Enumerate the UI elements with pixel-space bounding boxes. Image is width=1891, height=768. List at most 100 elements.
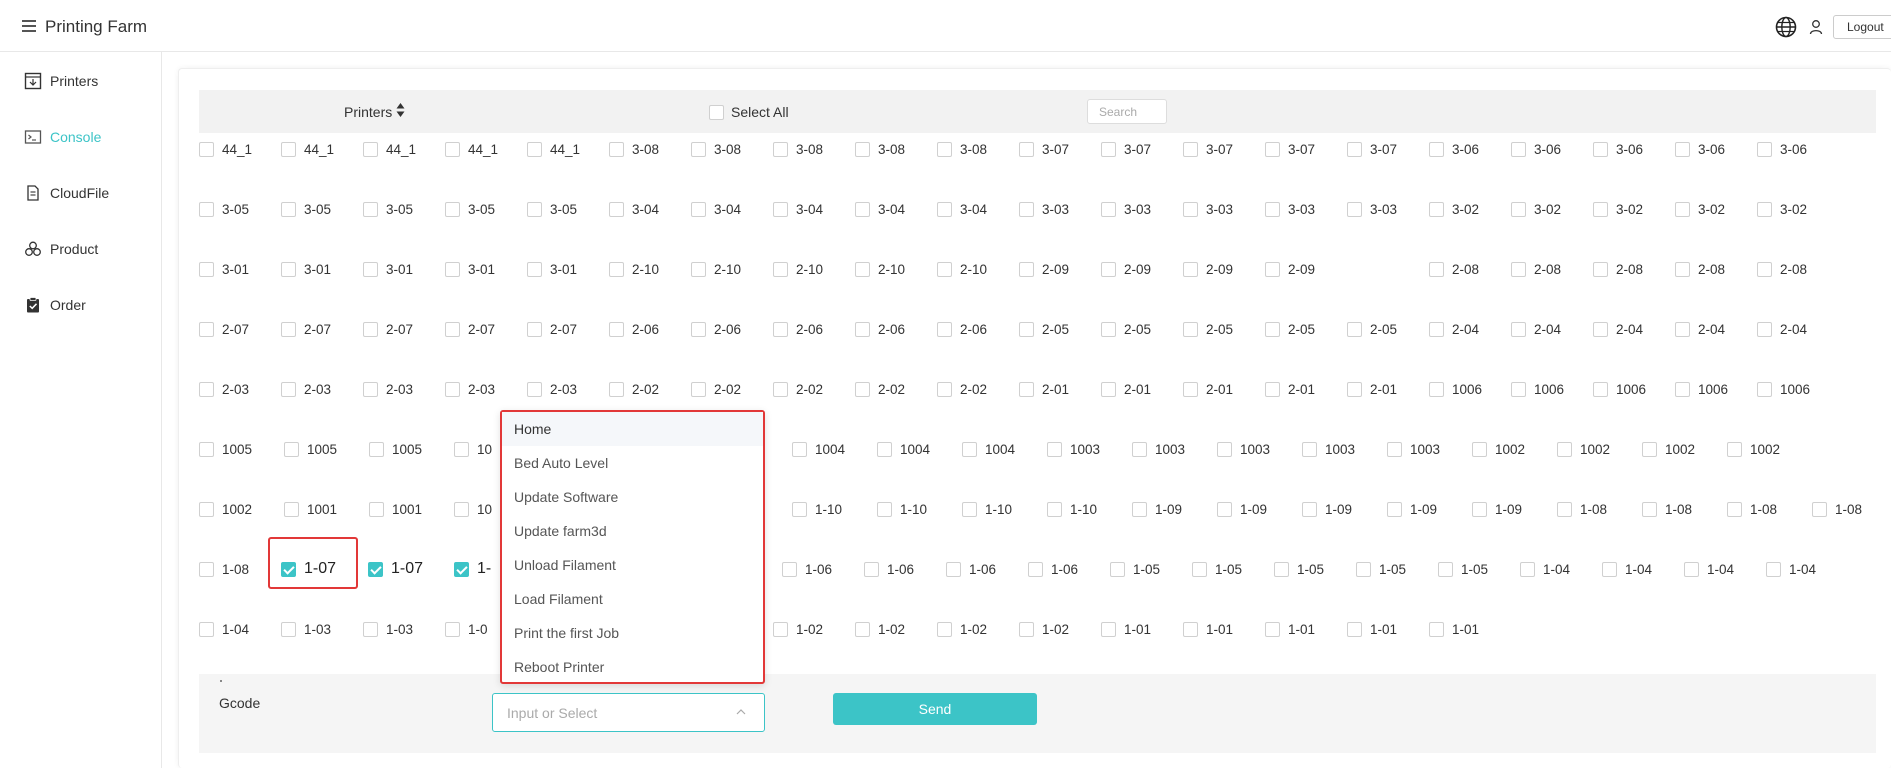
printer-checkbox[interactable] — [609, 381, 624, 397]
printer-checkbox[interactable] — [445, 201, 460, 217]
printer-checkbox[interactable] — [527, 201, 542, 217]
printer-checkbox[interactable] — [1387, 441, 1402, 457]
sidebar-item-console[interactable]: Console — [24, 125, 101, 149]
printer-option[interactable]: 2-06 — [855, 319, 905, 339]
printer-checkbox[interactable] — [1757, 381, 1772, 397]
printer-option[interactable]: 2-10 — [855, 259, 905, 279]
printer-checkbox[interactable] — [1675, 321, 1690, 337]
printer-option[interactable]: 2-06 — [937, 319, 987, 339]
printer-checkbox[interactable] — [363, 261, 378, 277]
printer-checkbox[interactable] — [1265, 201, 1280, 217]
dropdown-option[interactable]: Reboot Printer — [502, 650, 763, 684]
printer-checkbox[interactable] — [1347, 381, 1362, 397]
printer-checkbox[interactable] — [1265, 141, 1280, 157]
printer-checkbox[interactable] — [363, 621, 378, 637]
printer-option[interactable]: 1-05 — [1438, 559, 1488, 579]
printer-checkbox[interactable] — [773, 381, 788, 397]
printer-checkbox[interactable] — [1511, 381, 1526, 397]
printer-checkbox[interactable] — [855, 141, 870, 157]
printer-option[interactable]: 2-02 — [937, 379, 987, 399]
printer-checkbox[interactable] — [1101, 381, 1116, 397]
printer-option[interactable]: 3-01 — [281, 259, 331, 279]
printer-checkbox[interactable] — [1132, 501, 1147, 517]
printer-checkbox[interactable] — [281, 141, 296, 157]
printer-checkbox[interactable] — [1183, 141, 1198, 157]
printer-checkbox[interactable] — [1101, 141, 1116, 157]
printer-option[interactable]: 1003 — [1132, 439, 1185, 459]
printer-option[interactable]: 2-02 — [855, 379, 905, 399]
printer-option[interactable]: 1004 — [962, 439, 1015, 459]
printer-option[interactable]: 1003 — [1047, 439, 1100, 459]
printer-checkbox[interactable] — [609, 141, 624, 157]
printer-option[interactable]: 3-08 — [691, 139, 741, 159]
printer-checkbox[interactable] — [1429, 321, 1444, 337]
printers-column-header[interactable]: Printers — [344, 104, 392, 120]
printer-option[interactable]: 2-10 — [609, 259, 659, 279]
printer-checkbox[interactable] — [609, 261, 624, 277]
printer-checkbox[interactable] — [962, 501, 977, 517]
printer-option[interactable]: 1-04 — [1520, 559, 1570, 579]
printer-option[interactable]: 3-03 — [1183, 199, 1233, 219]
printer-checkbox[interactable] — [199, 261, 214, 277]
printer-option[interactable]: 10 — [454, 439, 492, 459]
printer-option[interactable]: 2-06 — [773, 319, 823, 339]
printer-checkbox[interactable] — [363, 201, 378, 217]
printer-checkbox[interactable] — [1183, 621, 1198, 637]
printer-option[interactable]: 2-04 — [1757, 319, 1807, 339]
printer-checkbox[interactable] — [199, 141, 214, 157]
printer-option[interactable]: 3-01 — [445, 259, 495, 279]
printer-option[interactable]: 44_1 — [281, 139, 334, 159]
printer-checkbox[interactable] — [1101, 201, 1116, 217]
dropdown-option[interactable]: Update farm3d — [502, 514, 763, 548]
printer-option[interactable]: 1-05 — [1274, 559, 1324, 579]
printer-checkbox[interactable] — [1101, 321, 1116, 337]
printer-checkbox[interactable] — [281, 381, 296, 397]
printer-checkbox[interactable] — [1727, 501, 1742, 517]
printer-option[interactable]: 44_1 — [363, 139, 416, 159]
printer-option[interactable]: 1003 — [1217, 439, 1270, 459]
printer-option[interactable]: 1005 — [369, 439, 422, 459]
printer-option[interactable]: 1006 — [1757, 379, 1810, 399]
dropdown-option[interactable]: Home — [502, 412, 763, 446]
printer-checkbox[interactable] — [445, 621, 460, 637]
dropdown-option[interactable]: Bed Auto Level — [502, 446, 763, 480]
printer-checkbox[interactable] — [691, 141, 706, 157]
printer-checkbox[interactable] — [281, 261, 296, 277]
printer-option[interactable]: 3-02 — [1429, 199, 1479, 219]
printer-checkbox[interactable] — [284, 501, 299, 517]
printer-checkbox[interactable] — [937, 621, 952, 637]
printer-option[interactable]: 2-01 — [1265, 379, 1315, 399]
printer-option[interactable]: 2-05 — [1347, 319, 1397, 339]
printer-checkbox[interactable] — [773, 261, 788, 277]
printer-checkbox[interactable] — [1593, 141, 1608, 157]
printer-option[interactable]: 1-09 — [1302, 499, 1352, 519]
printer-option[interactable]: 3-02 — [1675, 199, 1725, 219]
printer-checkbox[interactable] — [1265, 621, 1280, 637]
printer-checkbox[interactable] — [937, 201, 952, 217]
printer-checkbox[interactable] — [1675, 141, 1690, 157]
printer-checkbox[interactable] — [1347, 621, 1362, 637]
printer-option[interactable]: 3-05 — [281, 199, 331, 219]
printer-option[interactable]: 2-10 — [937, 259, 987, 279]
printer-checkbox[interactable] — [1684, 561, 1699, 577]
printer-option[interactable]: 44_1 — [199, 139, 252, 159]
printer-checkbox[interactable] — [1675, 201, 1690, 217]
printer-checkbox[interactable] — [281, 561, 296, 577]
printer-checkbox[interactable] — [1217, 501, 1232, 517]
printer-option[interactable]: 1004 — [877, 439, 930, 459]
printer-option[interactable]: 2-08 — [1511, 259, 1561, 279]
printer-option[interactable]: 3-07 — [1019, 139, 1069, 159]
printer-option[interactable]: 1-06 — [1028, 559, 1078, 579]
printer-checkbox[interactable] — [445, 261, 460, 277]
dropdown-option[interactable]: Print the first Job — [502, 616, 763, 650]
printer-option[interactable]: 3-06 — [1593, 139, 1643, 159]
printer-option[interactable]: 1-02 — [855, 619, 905, 639]
printer-option[interactable]: 1-08 — [1812, 499, 1862, 519]
printer-option[interactable]: 1002 — [1727, 439, 1780, 459]
printer-option[interactable]: 2-04 — [1593, 319, 1643, 339]
printer-option[interactable]: 3-05 — [363, 199, 413, 219]
printer-checkbox[interactable] — [199, 321, 214, 337]
printer-option[interactable]: 3-07 — [1265, 139, 1315, 159]
printer-option[interactable]: 2-05 — [1265, 319, 1315, 339]
printer-option[interactable]: 1-05 — [1110, 559, 1160, 579]
